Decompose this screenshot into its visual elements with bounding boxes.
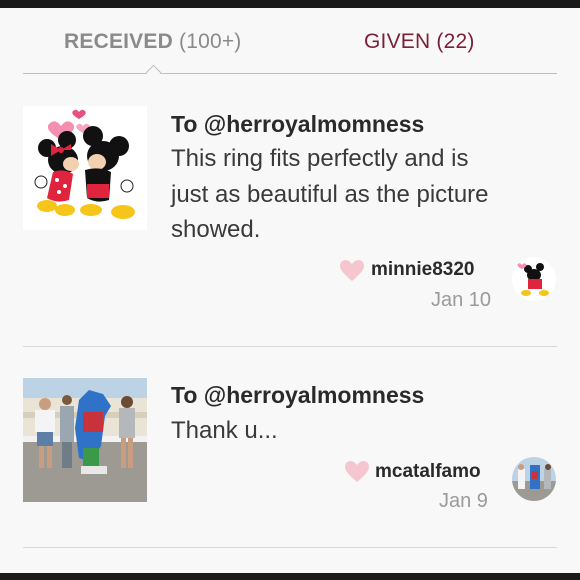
message-line: This ring fits perfectly and is bbox=[171, 145, 469, 172]
sender-username[interactable]: minnie8320 bbox=[371, 259, 475, 281]
message-line: Thank u... bbox=[171, 417, 278, 444]
top-status-bar bbox=[0, 0, 580, 8]
heart-icon[interactable] bbox=[345, 461, 369, 482]
sender-avatar[interactable] bbox=[512, 457, 556, 501]
tab-received-count: (100+) bbox=[179, 30, 242, 53]
recipient-label[interactable]: To @herroyalmomness bbox=[171, 382, 424, 409]
recipient-label[interactable]: To @herroyalmomness bbox=[171, 111, 424, 138]
minnie-mickey-kissing-image[interactable] bbox=[23, 106, 147, 230]
feedback-date: Jan 10 bbox=[431, 289, 492, 311]
sender-avatar[interactable] bbox=[512, 257, 556, 301]
tab-given[interactable]: GIVEN (22) bbox=[364, 30, 475, 54]
message-line: showed. bbox=[171, 216, 261, 243]
family-photo-image[interactable] bbox=[23, 378, 147, 502]
sender-username[interactable]: mcatalfamo bbox=[375, 461, 481, 483]
feedback-date: Jan 9 bbox=[439, 490, 488, 512]
message-line: just as beautiful as the picture bbox=[171, 180, 489, 208]
tab-given-label: GIVEN (22) bbox=[364, 30, 475, 53]
heart-icon[interactable] bbox=[340, 260, 364, 281]
row-divider bbox=[23, 547, 557, 548]
bottom-bar bbox=[0, 573, 580, 580]
tab-received-label: RECEIVED bbox=[64, 30, 173, 53]
feedback-message: Thank u... bbox=[171, 413, 541, 449]
tab-underline bbox=[23, 73, 557, 74]
row-divider bbox=[23, 346, 557, 347]
feedback-message: This ring fits perfectly and is just as … bbox=[171, 141, 541, 248]
tab-received[interactable]: RECEIVED (100+) bbox=[64, 30, 242, 54]
feedback-tabs: RECEIVED (100+) GIVEN (22) bbox=[0, 8, 580, 74]
